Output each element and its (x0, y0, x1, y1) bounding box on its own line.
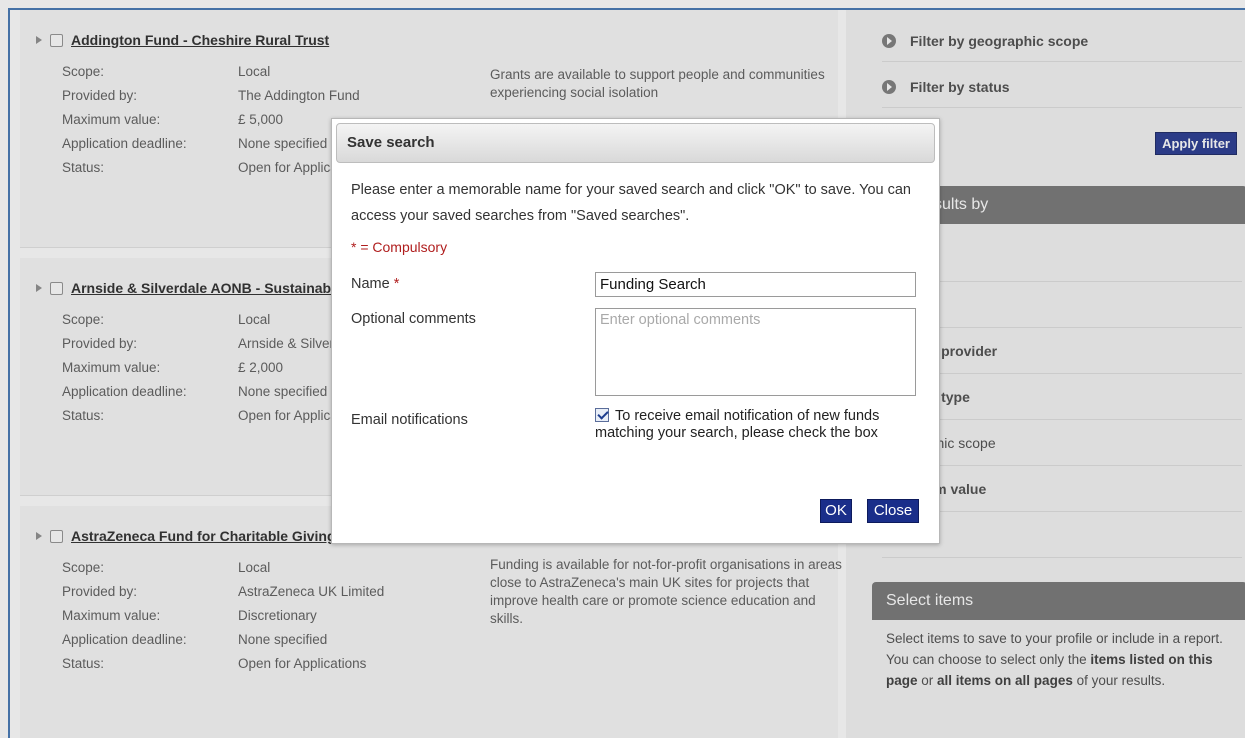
email-notification-option: To receive email notification of new fun… (595, 408, 915, 442)
email-notification-text: To receive email notification of new fun… (595, 408, 880, 441)
email-notification-checkbox[interactable] (595, 408, 609, 422)
name-input[interactable] (595, 272, 916, 297)
name-label-text: Name (351, 276, 390, 292)
save-search-dialog: Save search Please enter a memorable nam… (331, 118, 940, 544)
name-label: Name * (351, 276, 399, 292)
required-marker: * (393, 276, 400, 292)
dialog-instructions: Please enter a memorable name for your s… (351, 182, 911, 224)
ok-button[interactable]: OK (820, 499, 852, 523)
comments-textarea[interactable] (595, 308, 916, 396)
email-notifications-label: Email notifications (351, 412, 468, 428)
dialog-title: Save search (336, 123, 935, 163)
close-button[interactable]: Close (867, 499, 919, 523)
compulsory-note: * = Compulsory (351, 239, 448, 255)
comments-label: Optional comments (351, 311, 476, 327)
